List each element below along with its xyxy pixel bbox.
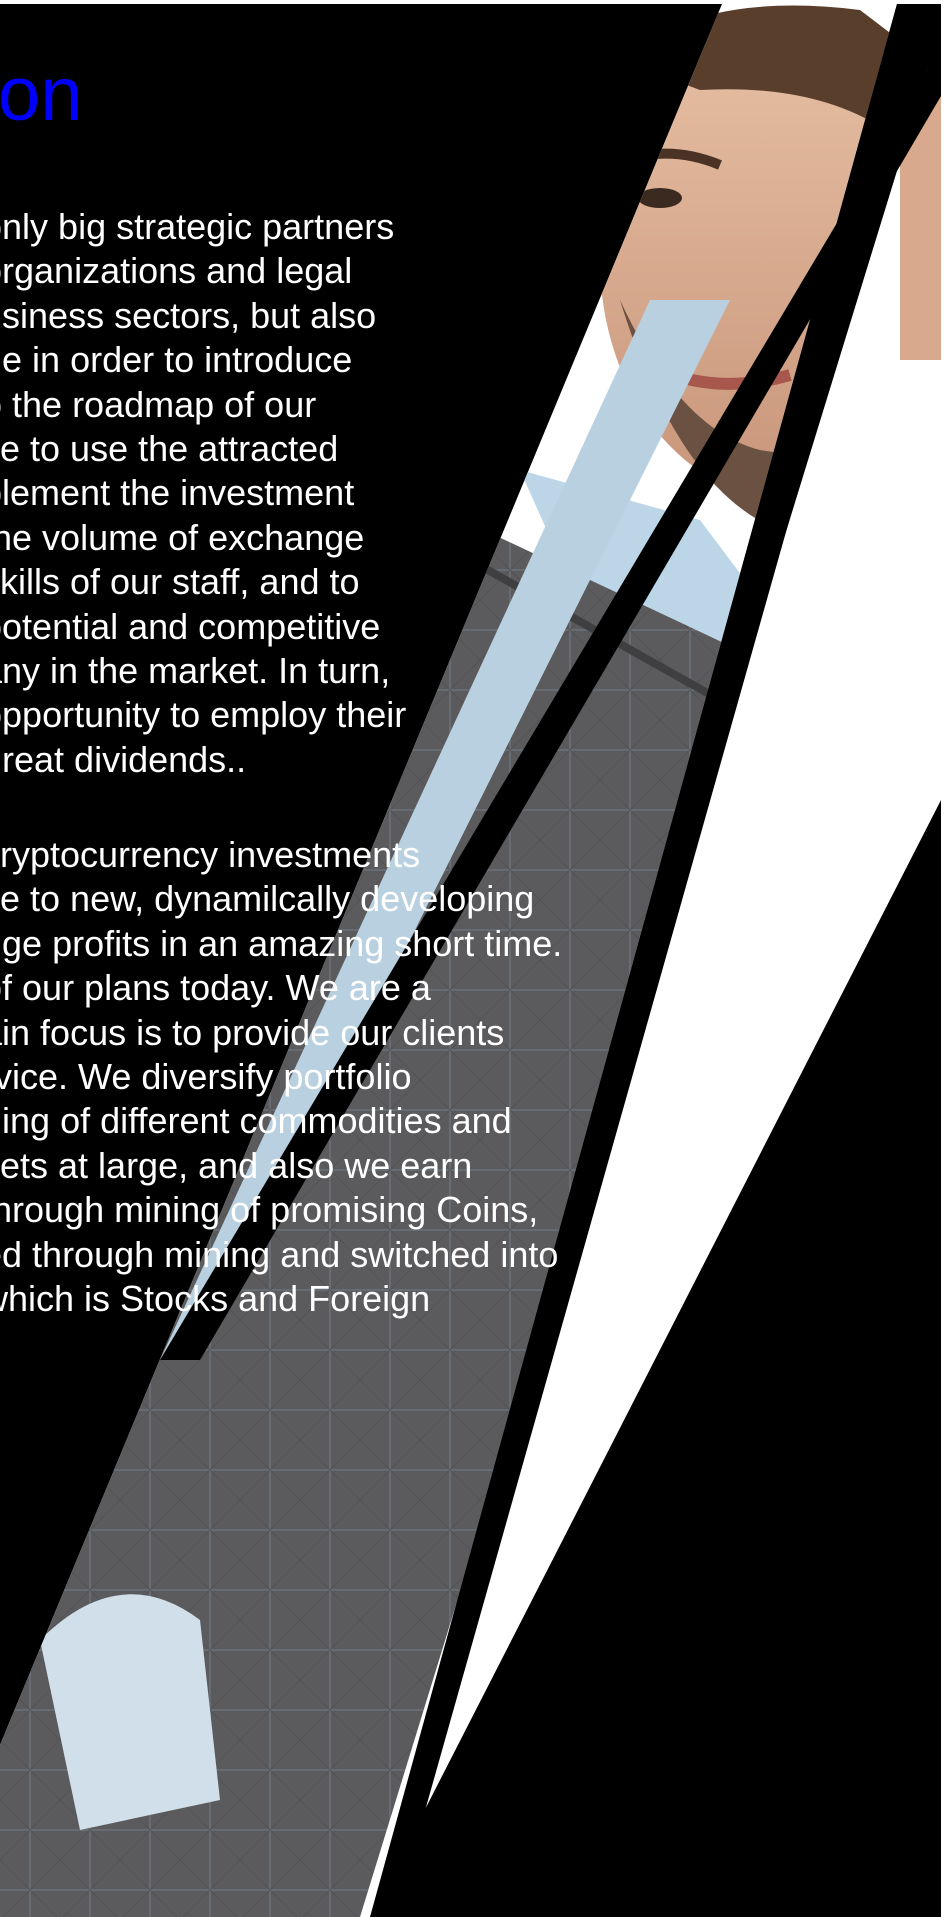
paragraph-line: cryptocurrency investments — [0, 834, 421, 875]
paragraph-line: plement the investment — [0, 472, 355, 514]
paragraph-line: uge profits in an amazing short time. — [0, 922, 563, 964]
investment-paragraph: cryptocurrency investments ce to new, dy… — [0, 833, 642, 1321]
paragraph-line: ed through mining and switched into — [0, 1233, 559, 1275]
paragraph-line: ke to use the attracted — [0, 428, 339, 470]
paragraph-line: o the roadmap of our — [0, 383, 317, 425]
paragraph-line: ce to new, dynamilcally developing — [0, 878, 535, 920]
paragraph-line: which is Stocks and Foreign — [0, 1278, 431, 1320]
paragraph-line: usiness sectors, but also — [0, 294, 377, 336]
paragraph-line: rvice. We diversify portfolio — [0, 1056, 412, 1098]
paragraph-line: opportunity to employ their — [0, 694, 407, 736]
page-title: on — [0, 52, 83, 137]
paragraph-line: ain focus is to provide our clients — [0, 1011, 505, 1053]
paragraph-line: skills of our staff, and to — [0, 561, 360, 603]
paragraph-line: the volume of exchange — [0, 516, 365, 558]
paragraph-line: ding of different commodities and — [0, 1100, 512, 1142]
paragraph-line: of our plans today. We are a — [0, 967, 431, 1009]
paragraph-line: great dividends.. — [0, 738, 247, 780]
paragraph-line: only big strategic partners — [0, 206, 395, 247]
paragraph-line: ootential and competitive — [0, 605, 381, 647]
paragraph-line: organizations and legal — [0, 250, 353, 292]
paragraph-line: any in the market. In turn, — [0, 650, 391, 692]
paragraph-line: kets at large, and also we earn — [0, 1144, 473, 1186]
paragraph-line: through mining of promising Coins, — [0, 1189, 539, 1231]
paragraph-line: ne in order to introduce — [0, 339, 353, 381]
intro-paragraph: only big strategic partners organization… — [0, 205, 469, 782]
